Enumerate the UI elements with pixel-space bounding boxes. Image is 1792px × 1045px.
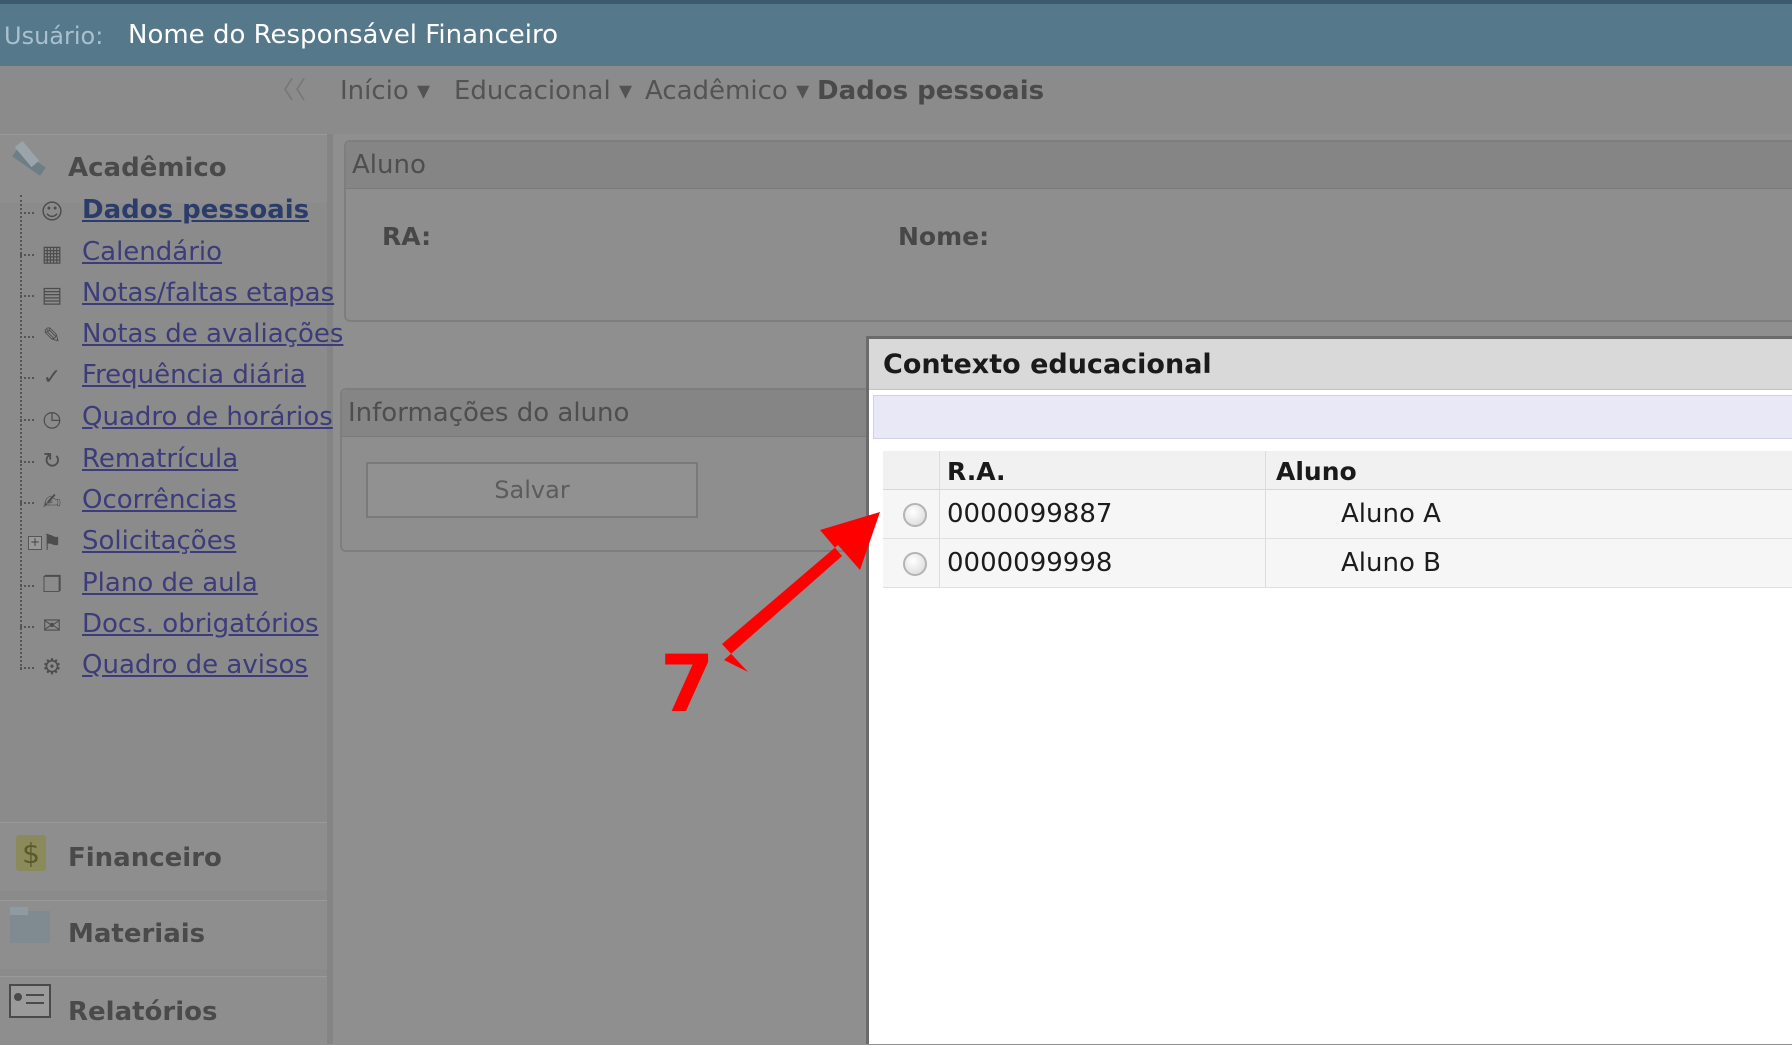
sidebar-item-label[interactable]: Quadro de avisos (82, 650, 308, 680)
user-name: Nome do Responsável Financeiro (128, 20, 559, 50)
calendar-icon: ▦ (41, 242, 63, 267)
documents-icon: ✉ (42, 614, 62, 639)
aluno-panel-title: Aluno (352, 150, 426, 180)
aluno-panel: Aluno RA: Nome: (344, 140, 1792, 322)
breadcrumb-dados-pessoais: Dados pessoais (817, 76, 1045, 106)
sidebar-item-label[interactable]: Docs. obrigatórios (82, 609, 319, 639)
column-header-aluno[interactable]: Aluno (1276, 457, 1357, 486)
double-chevron-left-icon[interactable]: 〈〈 (270, 70, 306, 105)
notice-board-icon: ⚙ (42, 655, 62, 680)
ra-label: RA: (382, 222, 432, 251)
sidebar-item-label[interactable]: Frequência diária (82, 360, 306, 390)
sidebar-splitter[interactable] (327, 134, 333, 1044)
occurrence-icon: ✍ (42, 490, 62, 515)
reenroll-icon: ↻ (42, 449, 62, 474)
dialog-title: Contexto educacional (883, 349, 1212, 380)
column-header-ra[interactable]: R.A. (947, 457, 1006, 486)
dialog-toolbar (873, 395, 1792, 439)
grades-icon: ✎ (42, 324, 62, 349)
sidebar-section-relatorios[interactable]: Relatórios (0, 976, 327, 1045)
grid-header: R.A. Aluno (883, 451, 1792, 490)
sidebar-item-label[interactable]: Notas de avaliações (82, 319, 343, 349)
sidebar-item-label[interactable]: Rematrícula (82, 444, 238, 474)
sidebar-item-label[interactable]: Plano de aula (82, 568, 258, 598)
breadcrumb-inicio[interactable]: Início ▾ (340, 76, 430, 106)
select-radio[interactable] (903, 552, 927, 576)
sidebar-item-label[interactable]: Dados pessoais (82, 195, 309, 225)
folder-icon (10, 907, 50, 943)
ra-cell: 0000099887 (947, 499, 1113, 529)
pencil-ruler-icon (12, 140, 46, 176)
aluno-cell: Aluno B (1341, 548, 1441, 578)
clock-icon: ◷ (42, 407, 62, 432)
breadcrumb-academico[interactable]: Acadêmico ▾ (645, 76, 809, 106)
breadcrumb-educacional[interactable]: Educacional ▾ (454, 76, 632, 106)
informacoes-panel-title: Informações do aluno (348, 398, 630, 428)
request-icon: ⚑ (42, 531, 62, 556)
aluno-cell: Aluno A (1341, 499, 1441, 529)
top-bar: Usuário: Nome do Responsável Financeiro (0, 0, 1792, 66)
save-button[interactable]: Salvar (366, 462, 698, 518)
attendance-icon: ✓ (42, 365, 62, 390)
sidebar-section-materiais-label: Materiais (68, 919, 206, 949)
svg-text:$: $ (22, 837, 40, 870)
sidebar-section-academico-label: Acadêmico (68, 153, 227, 183)
sidebar-item-label[interactable]: Ocorrências (82, 485, 237, 515)
sidebar-section-financeiro-label: Financeiro (68, 843, 222, 873)
grid-row[interactable]: 0000099998 Aluno B (883, 539, 1792, 588)
tree-line (20, 195, 22, 670)
ra-cell: 0000099998 (947, 548, 1113, 578)
sidebar-item-label[interactable]: Calendário (82, 237, 222, 267)
user-label: Usuário: (4, 22, 104, 50)
money-bag-icon: $ (16, 835, 46, 871)
annotation-number: 7 (660, 640, 715, 730)
sidebar-item-label[interactable]: Notas/faltas etapas (82, 278, 334, 308)
select-radio[interactable] (903, 503, 927, 527)
nome-label: Nome: (898, 222, 990, 251)
grid-row[interactable]: 0000099887 Aluno A (883, 490, 1792, 539)
sidebar-item-label[interactable]: Quadro de horários (82, 402, 333, 432)
contexto-educacional-dialog: Contexto educacional R.A. Aluno 00000998… (866, 336, 1792, 1044)
sidebar-item-label[interactable]: Solicitações (82, 526, 236, 556)
report-icon (9, 984, 51, 1018)
sidebar-section-academico[interactable]: Acadêmico (0, 134, 327, 203)
book-icon: ❐ (42, 573, 62, 598)
sidebar-section-financeiro[interactable]: $ Financeiro (0, 822, 327, 891)
dialog-title-bar: Contexto educacional (869, 339, 1792, 390)
person-icon: ☺ (40, 200, 64, 225)
table-icon: ▤ (41, 283, 63, 308)
sidebar-section-relatorios-label: Relatórios (68, 997, 218, 1027)
sidebar-section-materiais[interactable]: Materiais (0, 900, 327, 969)
